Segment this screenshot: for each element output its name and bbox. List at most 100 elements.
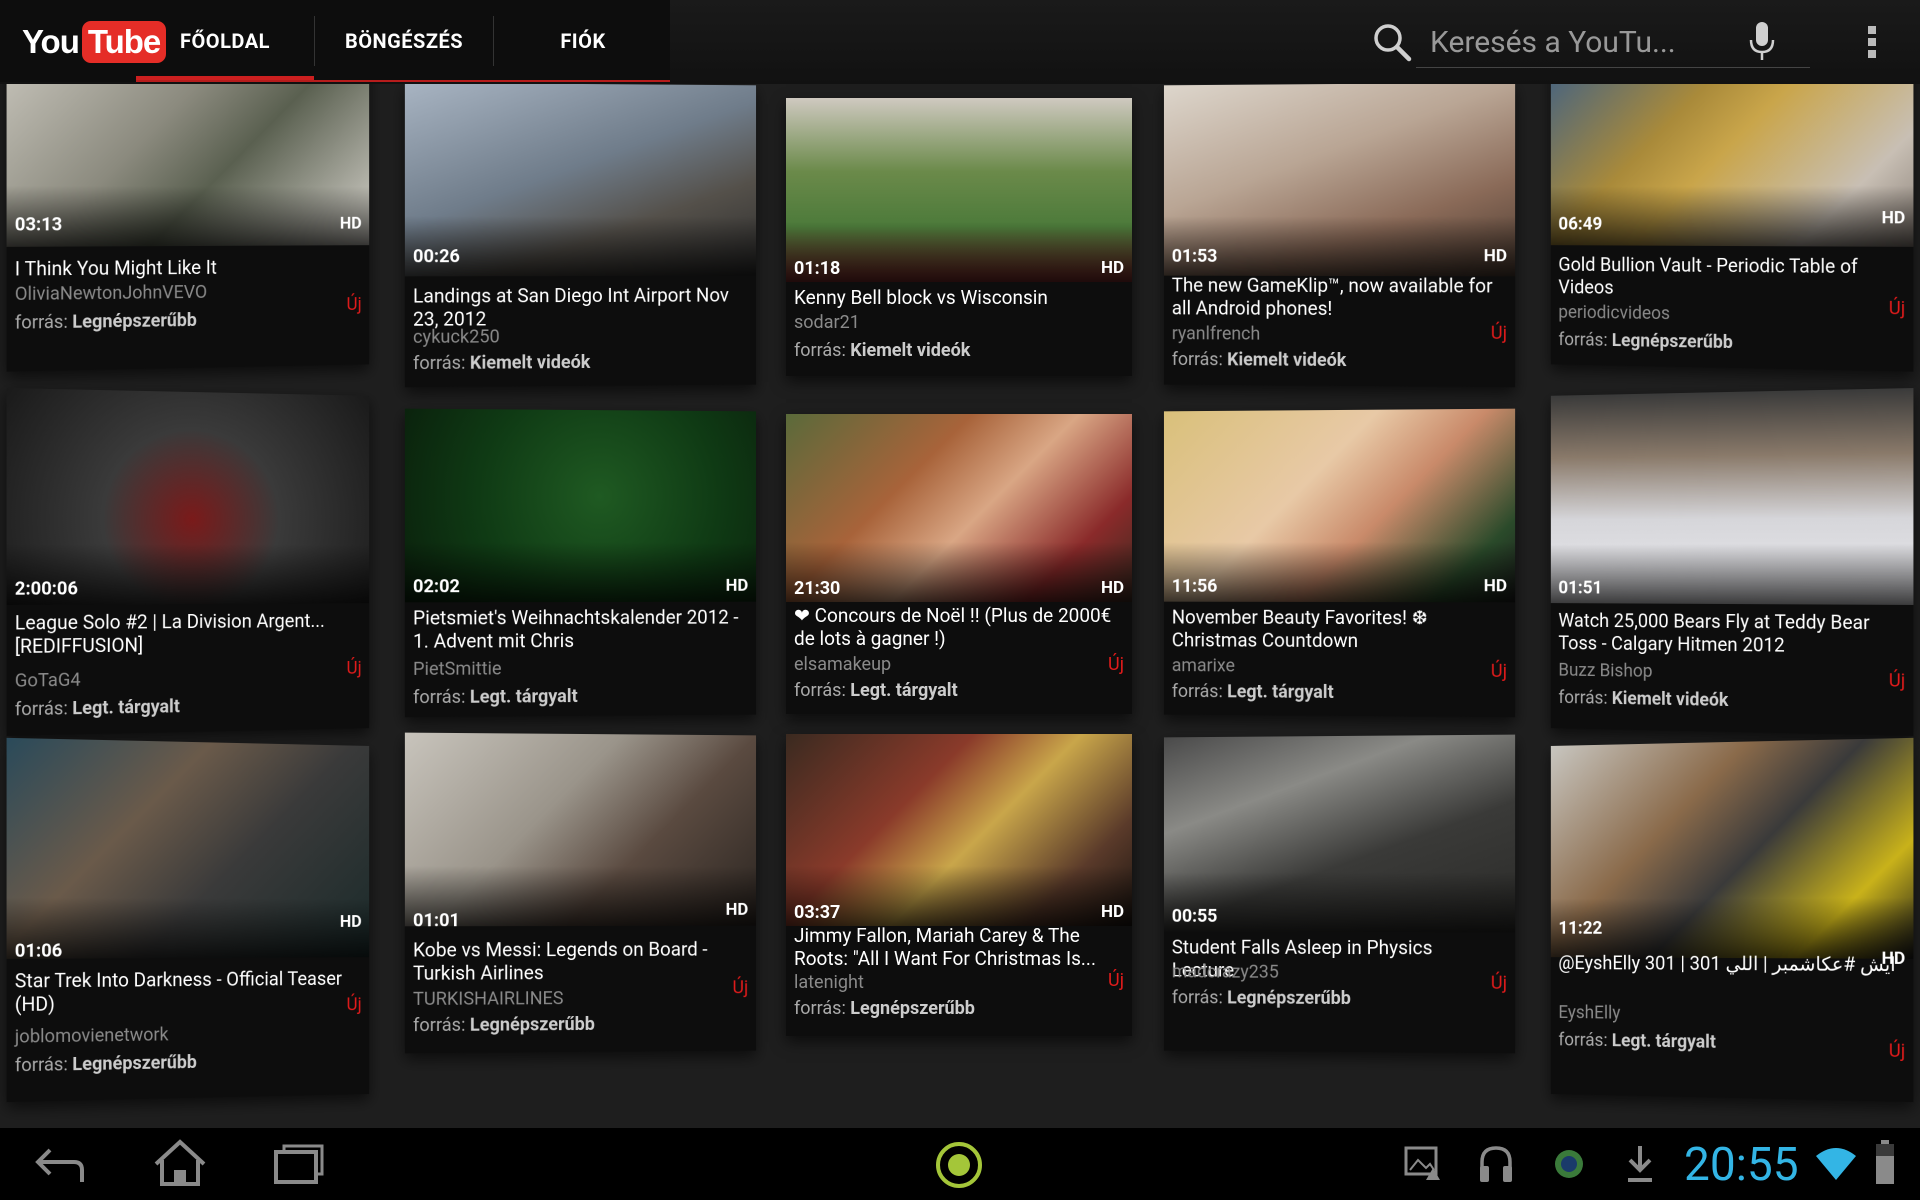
- video-channel: ryanlfrench: [1171, 323, 1261, 345]
- new-badge: Új: [1888, 297, 1906, 320]
- microphone-icon[interactable]: [1748, 20, 1776, 62]
- video-title: ❤ Concours de Noël !! (Plus de 2000€ de …: [794, 604, 1112, 650]
- source-prefix: forrás:: [1558, 687, 1608, 709]
- video-source: forrás: Kiemelt videók: [1558, 687, 1728, 711]
- video-thumbnail: [786, 414, 1132, 602]
- video-thumbnail: [1550, 388, 1914, 605]
- video-card[interactable]: 01:53 HD The new GameKlip™, now availabl…: [1163, 82, 1516, 388]
- source-name: Legnépszerűbb: [850, 998, 975, 1019]
- video-card[interactable]: 01:01 HD Kobe vs Messi: Legends on Board…: [404, 732, 757, 1054]
- video-duration: 01:53: [1171, 245, 1218, 267]
- video-duration: 03:37: [794, 902, 841, 923]
- source-prefix: forrás:: [1171, 987, 1223, 1009]
- tab-account[interactable]: FIÓK: [494, 0, 672, 82]
- source-prefix: forrás:: [14, 311, 68, 334]
- hd-badge: HD: [1100, 578, 1124, 598]
- hd-badge: HD: [725, 575, 749, 596]
- new-badge: Új: [346, 294, 362, 315]
- video-source: forrás: Legt. tárgyalt: [15, 696, 180, 720]
- new-badge: Új: [346, 657, 362, 679]
- source-name: Legnépszerűbb: [72, 309, 197, 333]
- video-channel: sodar21: [794, 312, 860, 333]
- video-channel: amarixe: [1171, 655, 1235, 677]
- overflow-menu-icon[interactable]: [1866, 24, 1878, 60]
- source-prefix: forrás:: [1558, 1029, 1608, 1051]
- source-prefix: forrás:: [1558, 329, 1608, 351]
- video-thumbnail: [6, 737, 370, 959]
- video-duration: 01:01: [412, 910, 460, 932]
- video-channel: cykuck250: [412, 326, 500, 348]
- video-thumbnail: [786, 734, 1132, 926]
- home-icon[interactable]: [150, 1138, 210, 1188]
- tab-browse[interactable]: BÖNGÉSZÉS: [315, 0, 493, 82]
- wifi-icon: [1816, 1148, 1856, 1180]
- video-card[interactable]: 21:30 HD ❤ Concours de Noël !! (Plus de …: [786, 414, 1132, 714]
- video-source: forrás: Kiemelt videók: [794, 340, 970, 361]
- hd-badge: HD: [725, 899, 749, 920]
- video-title: Landings at San Diego Int Airport Nov 23…: [412, 283, 729, 331]
- new-badge: Új: [1490, 322, 1508, 344]
- video-thumbnail: [404, 732, 757, 927]
- video-title: Star Trek Into Darkness - Official Tease…: [14, 967, 342, 1017]
- video-thumbnail: [786, 98, 1132, 282]
- source-name: Legnépszerűbb: [72, 1051, 197, 1076]
- source-name: Legnépszerűbb: [469, 1013, 595, 1036]
- video-title: I Think You Might Like It: [14, 255, 217, 281]
- hd-badge: HD: [1100, 258, 1124, 278]
- source-prefix: forrás:: [14, 698, 68, 721]
- image-warning-icon: [1404, 1146, 1440, 1180]
- recent-apps-icon[interactable]: [272, 1142, 326, 1186]
- hd-badge: HD: [339, 213, 362, 234]
- video-thumbnail: [6, 388, 370, 605]
- back-icon[interactable]: [34, 1142, 88, 1186]
- video-channel: madcrazy235: [1171, 961, 1279, 983]
- new-badge: Új: [732, 977, 749, 999]
- source-name: Legnépszerűbb: [1611, 330, 1733, 354]
- video-card[interactable]: 02:02 HD Pietsmiet's Weihnachtskalender …: [404, 408, 757, 718]
- video-duration: 03:13: [14, 214, 63, 236]
- source-prefix: forrás:: [1171, 349, 1223, 371]
- launcher-icon[interactable]: [934, 1140, 984, 1190]
- video-duration: 01:51: [1558, 577, 1603, 599]
- video-title: November Beauty Favorites! ❆ Christmas C…: [1171, 605, 1428, 653]
- battery-icon: [1876, 1140, 1894, 1184]
- video-source: forrás: Legt. tárgyalt: [1172, 681, 1334, 703]
- video-thumbnail: [1163, 734, 1516, 933]
- video-card[interactable]: 11:56 HD November Beauty Favorites! ❆ Ch…: [1163, 408, 1516, 718]
- hd-badge: HD: [339, 912, 362, 932]
- source-prefix: forrás:: [412, 352, 466, 375]
- video-card[interactable]: 03:37 HD Jimmy Fallon, Mariah Carey & Th…: [786, 734, 1132, 1036]
- video-channel: GoTaG4: [14, 669, 81, 692]
- download-icon: [1628, 1146, 1652, 1182]
- video-channel: OliviaNewtonJohnVEVO: [14, 281, 208, 306]
- video-title: Jimmy Fallon, Mariah Carey & The Roots: …: [794, 924, 1096, 970]
- hd-badge: HD: [1100, 902, 1124, 922]
- video-card[interactable]: 00:26 Landings at San Diego Int Airport …: [404, 82, 757, 388]
- video-duration: 11:22: [1558, 918, 1603, 939]
- tab-underline: [136, 80, 670, 82]
- video-duration: 11:56: [1171, 575, 1218, 597]
- video-card[interactable]: 01:51 Watch 25,000 Bears Fly at Teddy Be…: [1550, 388, 1914, 736]
- video-card[interactable]: 2:00:06 League Solo #2 | La Division Arg…: [6, 388, 370, 736]
- video-title: The new GameKlip™, now available for all…: [1171, 273, 1493, 320]
- video-card[interactable]: 01:06 HD Star Trek Into Darkness - Offic…: [6, 737, 370, 1103]
- action-bar: You Tube FŐOLDAL BÖNGÉSZÉS FIÓK: [0, 0, 1920, 84]
- video-card[interactable]: 11:22 HD @EyshElly 301 | 301 ايش #عكاشمب…: [1550, 737, 1914, 1103]
- video-channel: EyshElly: [1558, 1002, 1621, 1024]
- video-card[interactable]: 03:13 HD I Think You Might Like It Olivi…: [6, 44, 370, 372]
- tab-home[interactable]: FŐOLDAL: [136, 0, 314, 82]
- source-name: Legt. tárgyalt: [850, 680, 958, 701]
- video-source: forrás: Legnépszerűbb: [15, 1052, 197, 1076]
- video-card[interactable]: 06:49 HD Gold Bullion Vault - Periodic T…: [1550, 44, 1914, 372]
- video-duration: 01:18: [794, 258, 841, 279]
- video-title: League Solo #2 | La Division Argent... […: [14, 609, 325, 659]
- video-card[interactable]: 01:18 HD Kenny Bell block vs Wisconsin s…: [786, 98, 1132, 376]
- video-title: Kenny Bell block vs Wisconsin: [794, 286, 1048, 309]
- logo-you: You: [22, 23, 80, 60]
- source-prefix: forrás:: [794, 998, 846, 1019]
- search-icon[interactable]: [1372, 22, 1412, 62]
- video-duration: 21:30: [794, 578, 841, 599]
- source-name: Legt. tárgyalt: [469, 686, 578, 708]
- video-card[interactable]: 00:55 Student Falls Asleep in Physics Le…: [1163, 734, 1516, 1054]
- video-channel: Buzz Bishop: [1558, 659, 1653, 682]
